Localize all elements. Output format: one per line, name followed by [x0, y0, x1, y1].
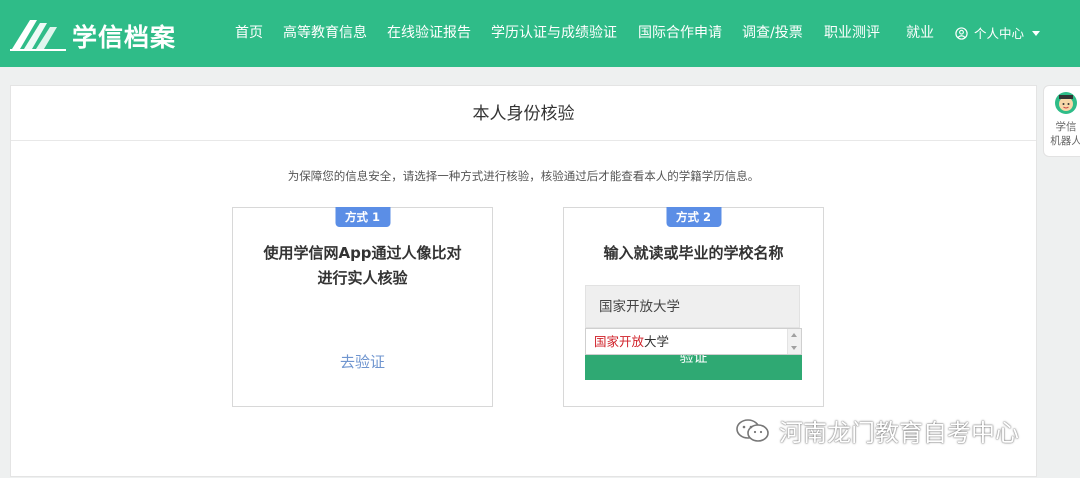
method-1-badge: 方式 1: [334, 207, 391, 227]
top-navbar: 学信档案 首页 高等教育信息 在线验证报告 学历认证与成绩验证 国际合作申请 调…: [0, 0, 1080, 67]
nav-international-cooperation[interactable]: 国际合作申请: [638, 0, 722, 67]
autocomplete-suggestion[interactable]: 国家开放大学: [585, 328, 802, 355]
wechat-watermark: 河南龙门教育自考中心: [735, 413, 1019, 448]
suggestion-scrollbar[interactable]: [787, 329, 801, 354]
watermark-text: 河南龙门教育自考中心: [779, 419, 1019, 447]
nav-career-assessment[interactable]: 职业测评: [824, 0, 880, 67]
nav-employment[interactable]: 就业: [906, 0, 934, 67]
method-1-card: 方式 1 使用学信网App通过人像比对 进行实人核验 去验证: [232, 207, 493, 407]
suggestion-rest-text: 大学: [644, 334, 670, 349]
page-title: 本人身份核验: [11, 86, 1036, 141]
scroll-up-icon[interactable]: [791, 333, 797, 337]
wechat-icon: [736, 418, 769, 442]
robot-label-line2: 机器人: [1050, 135, 1080, 147]
nav-higher-education-info[interactable]: 高等教育信息: [283, 0, 367, 67]
robot-avatar-icon: [1055, 92, 1077, 114]
method-1-heading-line1: 使用学信网App通过人像比对: [263, 244, 462, 262]
nav-online-verification-report[interactable]: 在线验证报告: [387, 0, 471, 67]
caret-down-icon: [1032, 31, 1041, 36]
nav-survey-vote[interactable]: 调查/投票: [742, 0, 803, 67]
school-name-input[interactable]: 国家开放大学: [585, 285, 800, 328]
method-2-heading: 输入就读或毕业的学校名称: [603, 244, 784, 262]
method-2-badge: 方式 2: [665, 207, 722, 227]
logo[interactable]: [10, 17, 66, 51]
robot-label-line1: 学信: [1055, 121, 1077, 133]
go-verify-link[interactable]: 去验证: [233, 351, 492, 372]
user-center-menu[interactable]: 个人中心: [955, 0, 1041, 67]
robot-label: 学信 机器人: [1044, 120, 1080, 148]
method-1-heading-line2: 进行实人核验: [317, 269, 408, 287]
security-notice: 为保障您的信息安全，请选择一种方式进行核验，核验通过后才能查看本人的学籍学历信息…: [287, 169, 760, 183]
method-1-heading: 使用学信网App通过人像比对 进行实人核验: [233, 241, 492, 291]
suggestion-match-text: 国家开放: [594, 334, 645, 349]
logo-text[interactable]: 学信档案: [72, 18, 176, 54]
book-logo-icon: [10, 20, 66, 51]
nav-home[interactable]: 首页: [235, 0, 263, 67]
user-center-label: 个人中心: [974, 26, 1025, 41]
scroll-down-icon[interactable]: [791, 346, 797, 350]
xuexin-robot-widget[interactable]: 学信 机器人: [1043, 85, 1080, 157]
user-icon: [955, 27, 968, 40]
method-2-card: 方式 2 输入就读或毕业的学校名称 国家开放大学 验证 国家开放大学: [563, 207, 824, 407]
nav-degree-certification[interactable]: 学历认证与成绩验证: [491, 0, 617, 67]
